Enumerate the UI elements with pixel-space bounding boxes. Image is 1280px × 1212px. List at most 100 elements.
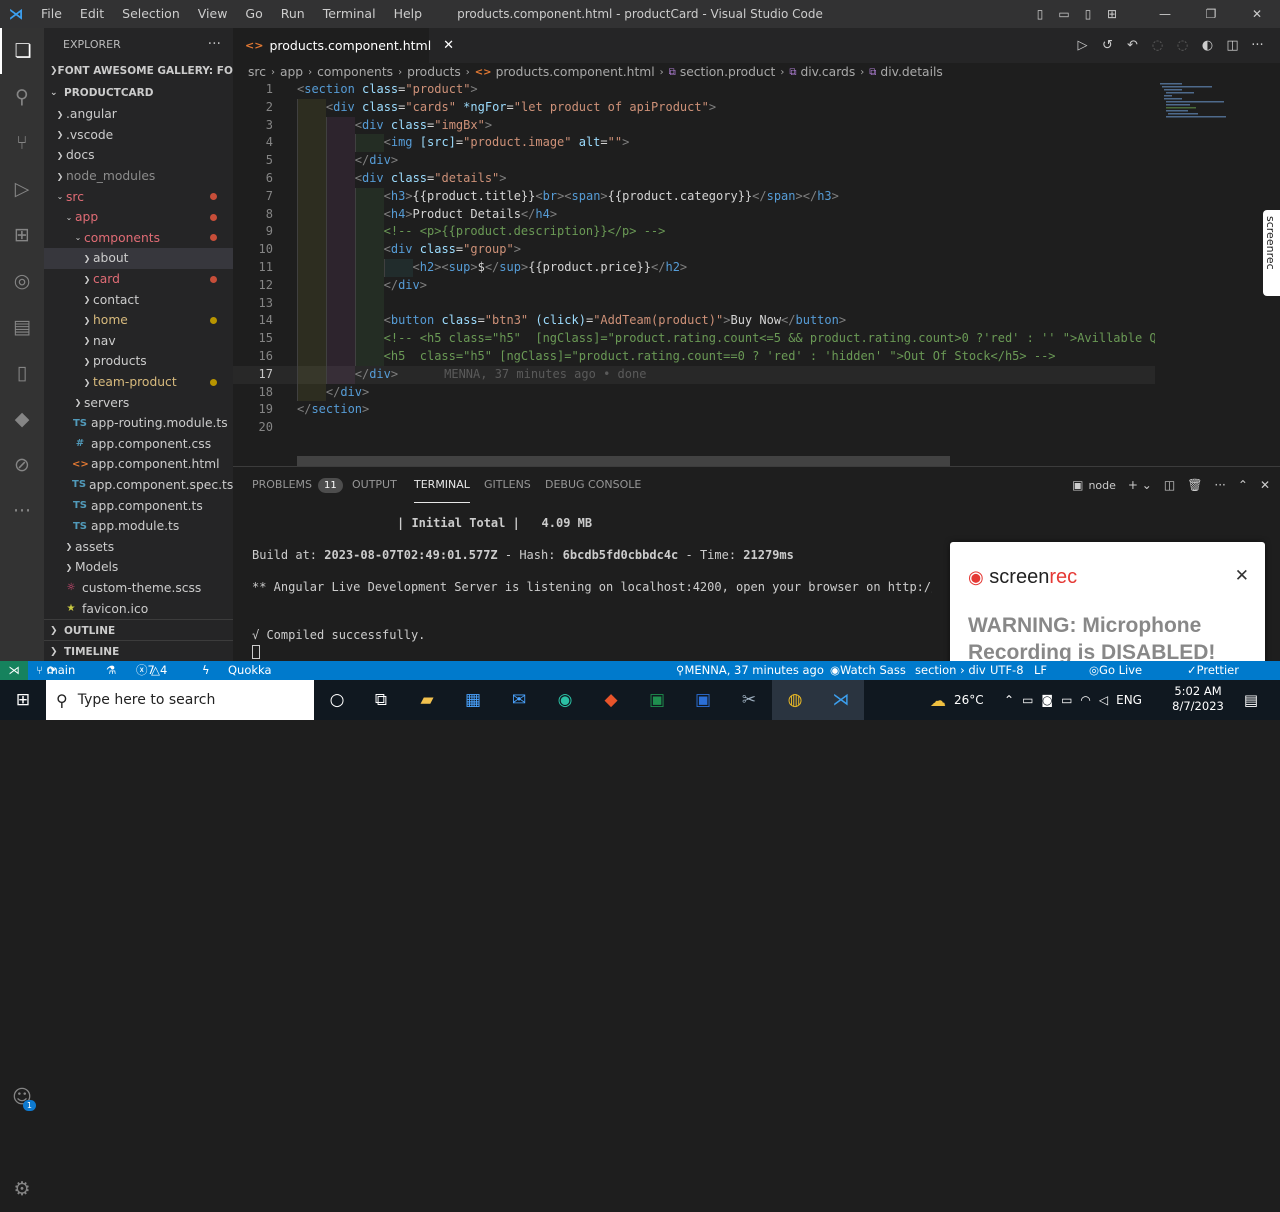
tab-output[interactable]: OUTPUT <box>352 467 397 503</box>
edge-icon[interactable]: ◉ <box>542 680 588 720</box>
section-productcard[interactable]: ⌄ PRODUCTCARD <box>44 82 233 104</box>
input-language[interactable]: ENG <box>1116 693 1142 707</box>
camera-icon[interactable]: ◙ <box>1041 693 1053 707</box>
revision-prev-icon[interactable]: ◌ <box>1145 38 1170 53</box>
snipping-tool-icon[interactable]: ✂ <box>726 680 772 720</box>
breadcrumb-item[interactable]: products.component.html <box>496 65 655 79</box>
meet-now-icon[interactable]: ▭ <box>1022 693 1033 707</box>
taskbar-search-box[interactable]: ⚲ Type here to search <box>46 680 314 720</box>
code-editor[interactable]: 1 <section class="product"> 2 <div class="c… <box>233 81 1171 456</box>
tree-file[interactable]: TS app.module.ts <box>44 516 233 537</box>
go-back-icon[interactable]: ↶ <box>1120 38 1145 53</box>
tree-folder[interactable]: ⌄ src <box>44 186 233 207</box>
tree-file[interactable]: TS app-routing.module.ts <box>44 413 233 434</box>
toggle-secondary-sidebar-icon[interactable]: ▯ <box>1076 7 1100 21</box>
tree-folder[interactable]: ❯ .angular <box>44 104 233 125</box>
tab-products-component-html[interactable]: <> products.component.html ✕ <box>233 28 454 63</box>
split-terminal-icon[interactable]: ◫ <box>1164 478 1175 492</box>
git-blame-status[interactable]: ⚲ MENNA, 37 minutes ago <box>676 661 824 680</box>
section-font-awesome-gallery[interactable]: ❯FONT AWESOME GALLERY: FON... <box>44 60 233 82</box>
minimap[interactable] <box>1155 81 1265 456</box>
lightning-icon[interactable]: ϟ <box>202 661 210 680</box>
remote-explorer-icon[interactable]: ◎ <box>0 258 44 304</box>
split-editor-icon[interactable]: ◫ <box>1220 38 1245 53</box>
search-icon[interactable]: ⚲ <box>0 74 44 120</box>
tree-file[interactable]: ★ favicon.ico <box>44 598 233 619</box>
excel-icon[interactable]: ▣ <box>634 680 680 720</box>
tree-folder[interactable]: ❯ team-product <box>44 372 233 393</box>
battery-icon[interactable]: ▭ <box>1061 693 1072 707</box>
problems-status[interactable]: ⓧ 7 △ 4 <box>136 661 167 680</box>
terminal-name[interactable]: node <box>1088 479 1115 492</box>
tree-folder[interactable]: ❯ Models <box>44 557 233 578</box>
tree-folder[interactable]: ❯ home <box>44 310 233 331</box>
docker-icon[interactable]: ◆ <box>0 396 44 442</box>
tree-folder[interactable]: ❯ servers <box>44 392 233 413</box>
close-window-icon[interactable]: ✕ <box>1234 7 1280 21</box>
tree-folder[interactable]: ⌄ app <box>44 207 233 228</box>
explorer-icon[interactable]: ❏ <box>0 28 44 74</box>
tree-folder[interactable]: ❯ card <box>44 269 233 290</box>
timeline-history-icon[interactable]: ↺ <box>1095 38 1120 53</box>
go-live-status[interactable]: ◎ Go Live <box>1089 661 1142 680</box>
run-debug-icon[interactable]: ▷ <box>0 166 44 212</box>
menu-file[interactable]: File <box>32 0 71 28</box>
mail-icon[interactable]: ✉ <box>496 680 542 720</box>
source-control-icon[interactable]: ⑂ <box>0 120 44 166</box>
tree-file[interactable]: # app.component.css <box>44 434 233 455</box>
chrome-icon[interactable]: ◍ <box>772 680 818 720</box>
more-views-icon[interactable]: ··· <box>0 488 44 534</box>
tree-file[interactable]: <> app.component.html <box>44 454 233 475</box>
store-icon[interactable]: ▦ <box>450 680 496 720</box>
customize-layout-icon[interactable]: ⊞ <box>1100 7 1124 21</box>
run-icon[interactable]: ▷ <box>1070 38 1095 53</box>
tree-folder[interactable]: ❯ products <box>44 351 233 372</box>
tree-folder[interactable]: ⌄ components <box>44 228 233 249</box>
maximize-panel-icon[interactable]: ⌃ <box>1238 478 1248 492</box>
tab-debug-console[interactable]: DEBUG CONSOLE <box>545 467 641 503</box>
close-panel-icon[interactable]: ✕ <box>1260 478 1270 492</box>
scope-status[interactable]: section › div <box>915 661 986 680</box>
notebook-icon[interactable]: ▯ <box>0 350 44 396</box>
vscode-taskbar-icon[interactable]: ⋊ <box>818 680 864 720</box>
section-outline[interactable]: ❯ OUTLINE <box>44 619 233 641</box>
tree-folder[interactable]: ❯ docs <box>44 145 233 166</box>
menu-edit[interactable]: Edit <box>71 0 113 28</box>
encoding-status[interactable]: UTF-8 <box>990 661 1024 680</box>
quokka-status[interactable]: Quokka <box>228 661 272 680</box>
tree-folder[interactable]: ❯ .vscode <box>44 125 233 146</box>
notifications-icon[interactable]: ▤ <box>1228 680 1274 720</box>
windows-start-icon[interactable]: ⊞ <box>0 680 46 720</box>
breadcrumb-item[interactable]: div.details <box>880 65 942 79</box>
menu-go[interactable]: Go <box>236 0 271 28</box>
gitlens-icon[interactable]: ⊘ <box>0 442 44 488</box>
editor-more-icon[interactable]: ··· <box>1245 38 1270 53</box>
screenrec-side-tab[interactable]: screenrec <box>1263 210 1280 296</box>
extensions-icon[interactable]: ⊞ <box>0 212 44 258</box>
tab-problems[interactable]: PROBLEMS 11 <box>252 467 343 503</box>
new-terminal-icon[interactable]: + ⌄ <box>1128 478 1152 492</box>
section-timeline[interactable]: ❯ TIMELINE <box>44 640 233 662</box>
menu-view[interactable]: View <box>189 0 237 28</box>
tree-file[interactable]: TS app.component.spec.ts <box>44 475 233 496</box>
tab-gitlens[interactable]: GITLENS <box>484 467 531 503</box>
settings-gear-icon[interactable]: ⚙ <box>0 1166 44 1212</box>
breadcrumb-item[interactable]: div.cards <box>800 65 855 79</box>
menu-selection[interactable]: Selection <box>113 0 189 28</box>
tab-terminal[interactable]: TERMINAL <box>414 467 470 503</box>
close-tab-icon[interactable]: ✕ <box>443 38 454 53</box>
weather-widget[interactable]: ☁ 26°C <box>930 680 984 720</box>
watch-sass-status[interactable]: ◉ Watch Sass <box>830 661 906 680</box>
tree-folder[interactable]: ❯ nav <box>44 331 233 352</box>
live-share-icon[interactable]: ⚗ <box>106 661 116 680</box>
tree-folder[interactable]: ❯ assets <box>44 536 233 557</box>
minimize-icon[interactable]: — <box>1142 7 1188 21</box>
breadcrumb-item[interactable]: section.product <box>680 65 776 79</box>
revision-next-icon[interactable]: ◌ <box>1170 38 1195 53</box>
breadcrumb-item[interactable]: app <box>280 65 303 79</box>
toggle-sidebar-icon[interactable]: ▯ <box>1028 7 1052 21</box>
word-icon[interactable]: ▣ <box>680 680 726 720</box>
menu-run[interactable]: Run <box>272 0 314 28</box>
tree-folder[interactable]: ❯ about <box>44 248 233 269</box>
file-explorer-icon[interactable]: ▰ <box>404 680 450 720</box>
